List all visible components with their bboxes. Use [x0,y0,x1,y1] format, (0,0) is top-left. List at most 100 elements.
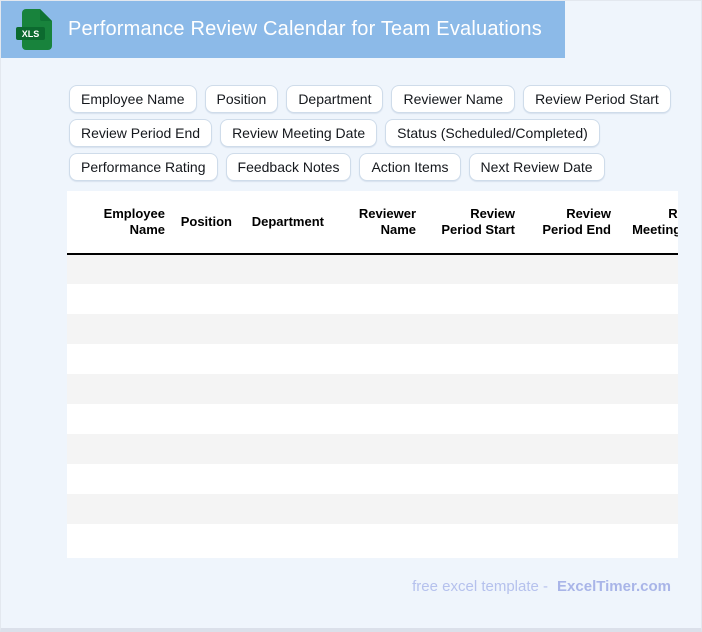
table-cell [424,524,523,554]
col-header-review-period-start: Review Period Start [424,191,523,255]
chip-position[interactable]: Position [204,85,279,113]
table-cell [173,344,240,374]
table-cell [523,374,619,404]
table-cell [332,494,424,524]
table-row [67,494,678,524]
table-cell [424,434,523,464]
table-cell [67,434,173,464]
table-cell [424,314,523,344]
table-cell [67,314,173,344]
table-row [67,434,678,464]
table-cell [173,524,240,554]
table-cell [523,464,619,494]
table-cell [523,524,619,554]
table-cell [523,254,619,284]
chip-next-review-date[interactable]: Next Review Date [468,153,605,181]
table-cell [240,254,332,284]
table-header: Employee Name Position Department Review… [67,191,678,255]
chip-review-period-end[interactable]: Review Period End [69,119,213,147]
page: XLS Performance Review Calendar for Team… [0,0,702,632]
table-cell [332,314,424,344]
col-header-employee-name: Employee Name [67,191,173,255]
table-cell [173,494,240,524]
chip-status[interactable]: Status (Scheduled/Completed) [385,119,600,147]
chip-feedback-notes[interactable]: Feedback Notes [225,153,352,181]
table-cell [173,314,240,344]
table-row [67,524,678,554]
table-cell [67,404,173,434]
table-cell [240,524,332,554]
footer-text: free excel template - [412,578,549,595]
table-cell [424,374,523,404]
table-cell [240,404,332,434]
table-cell [332,374,424,404]
table-cell [332,464,424,494]
table-cell [240,284,332,314]
table-cell [332,524,424,554]
chip-action-items[interactable]: Action Items [359,153,461,181]
chip-performance-rating[interactable]: Performance Rating [69,153,218,181]
col-header-position: Position [173,191,240,255]
table-cell [619,314,678,344]
table-row [67,254,678,284]
table-cell [424,404,523,434]
table-cell [523,284,619,314]
col-header-department: Department [240,191,332,255]
table-cell [240,494,332,524]
table-cell [332,434,424,464]
xls-file-icon: XLS [16,9,52,50]
table-cell [619,344,678,374]
table-cell [67,374,173,404]
footer-brand-link[interactable]: ExcelTimer.com [557,578,671,595]
chip-review-meeting-date[interactable]: Review Meeting Date [220,119,378,147]
table-row [67,284,678,314]
table-cell [173,284,240,314]
col-header-review-period-end: Review Period End [523,191,619,255]
table-cell [424,284,523,314]
col-header-reviewer-name: Reviewer Name [332,191,424,255]
table-row [67,404,678,434]
table-cell [424,344,523,374]
table-cell [67,254,173,284]
table-cell [240,344,332,374]
page-title: Performance Review Calendar for Team Eva… [68,18,542,40]
table-cell [332,254,424,284]
file-fold-shape [40,9,52,21]
chip-reviewer-name[interactable]: Reviewer Name [391,85,516,113]
chip-employee-name[interactable]: Employee Name [69,85,197,113]
header-bar: XLS Performance Review Calendar for Team… [1,1,565,58]
table-cell [240,464,332,494]
table-cell [619,404,678,434]
table-cell [173,464,240,494]
table-cell [67,494,173,524]
table-row [67,374,678,404]
xls-icon-label: XLS [22,29,40,39]
table-cell [173,404,240,434]
table-cell [332,404,424,434]
table-cell [424,254,523,284]
table-cell [523,404,619,434]
table-cell [619,494,678,524]
table-row [67,344,678,374]
table-cell [173,434,240,464]
table-cell [523,494,619,524]
table-cell [173,254,240,284]
table-cell [332,344,424,374]
chip-review-period-start[interactable]: Review Period Start [523,85,671,113]
review-table: Employee Name Position Department Review… [67,191,678,554]
table-cell [619,254,678,284]
table-cell [619,284,678,314]
table-cell [619,434,678,464]
table-container: Employee Name Position Department Review… [67,191,678,558]
footer-credit: free excel template - ExcelTimer.com [412,578,671,596]
table-cell [619,374,678,404]
chip-department[interactable]: Department [286,85,384,113]
table-cell [240,374,332,404]
table-cell [67,524,173,554]
table-cell [332,284,424,314]
table-cell [67,284,173,314]
table-cell [240,434,332,464]
table-cell [67,344,173,374]
table-cell [523,314,619,344]
table-row [67,314,678,344]
